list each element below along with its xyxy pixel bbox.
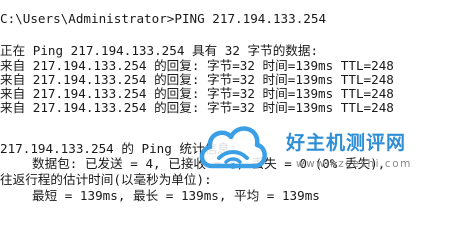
command-line: C:\Users\Administrator>PING 217.194.133.… bbox=[0, 11, 327, 26]
round-trip-values-line: 最短 = 139ms, 最长 = 139ms, 平均 = 139ms bbox=[32, 188, 320, 203]
ping-header-line: 正在 Ping 217.194.133.254 具有 32 字节的数据: bbox=[0, 43, 319, 58]
reply-line: 来自 217.194.133.254 的回复: 字节=32 时间=139ms T… bbox=[0, 58, 394, 73]
site-watermark: 好主机测评网 www.hzceshi.com bbox=[196, 118, 446, 184]
cloud-logo-icon bbox=[199, 126, 267, 169]
watermark-url: www.hzceshi.com bbox=[296, 158, 412, 170]
reply-line: 来自 217.194.133.254 的回复: 字节=32 时间=139ms T… bbox=[0, 86, 394, 101]
round-trip-header-line: 往返行程的估计时间(以毫秒为单位): bbox=[0, 172, 212, 187]
command-prompt-output: C:\Users\Administrator>PING 217.194.133.… bbox=[0, 0, 454, 226]
reply-line: 来自 217.194.133.254 的回复: 字节=32 时间=139ms T… bbox=[0, 72, 394, 87]
reply-line: 来自 217.194.133.254 的回复: 字节=32 时间=139ms T… bbox=[0, 100, 394, 115]
watermark-title: 好主机测评网 bbox=[286, 132, 407, 154]
